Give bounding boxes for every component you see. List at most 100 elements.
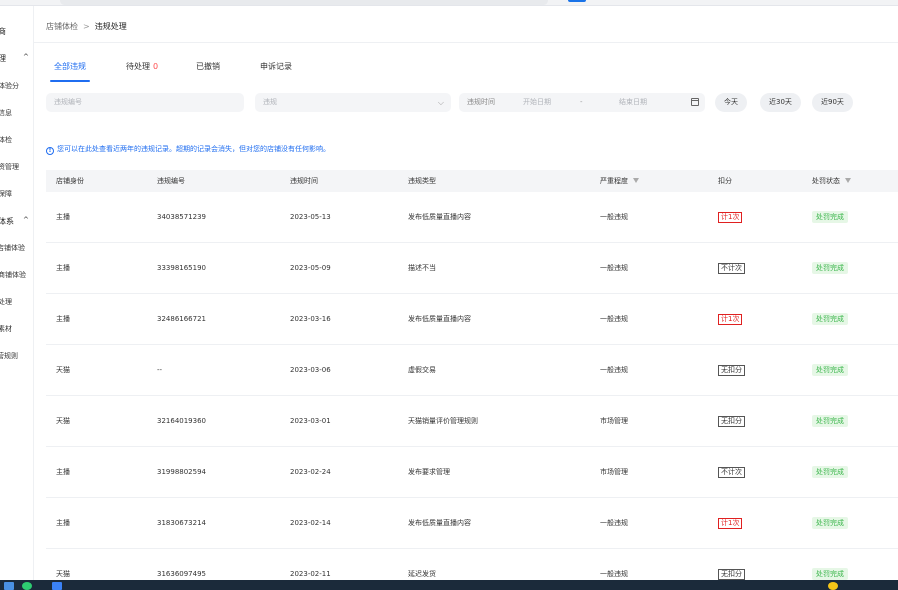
end-date-input[interactable]: 结束日期: [619, 93, 647, 112]
tab-revoked[interactable]: 已撤销: [196, 60, 220, 84]
cell-violation-type: 发布低质量直播内容: [408, 315, 471, 323]
cell-violation-time: 2023-02-14: [290, 519, 331, 527]
date-range-label: 违规时间: [467, 98, 495, 106]
cell-shop-identity: 天猫: [56, 366, 70, 374]
header-label: 处罚状态: [812, 177, 840, 185]
calendar-icon[interactable]: [691, 98, 699, 106]
sidebar-item-group-1[interactable]: 商: [0, 26, 6, 37]
header-violation-number: 违规编号: [157, 177, 185, 185]
breadcrumb: 店铺体检 > 违规处理: [46, 21, 127, 32]
cell-penalty-status: 处罚完成: [812, 447, 848, 497]
table-row[interactable]: 主播 34038571239 2023-05-13 发布低质量直播内容 一般违规 计1次 处…: [46, 192, 898, 243]
sidebar-item-experience-score[interactable]: 体验分: [0, 81, 19, 91]
status-badge: 处罚完成: [812, 415, 848, 427]
breadcrumb-current: 违规处理: [94, 22, 127, 31]
status-badge: 处罚完成: [812, 466, 848, 478]
sidebar-item-material[interactable]: 素材: [0, 324, 12, 334]
address-bar[interactable]: [60, 0, 548, 5]
cell-violation-number[interactable]: 32486166721: [157, 294, 206, 344]
chevron-down-icon: ⌵: [437, 98, 444, 107]
status-badge: 处罚完成: [812, 517, 848, 529]
deduction-tag: 计1次: [718, 313, 743, 325]
cell-penalty-status: 处罚完成: [812, 549, 848, 580]
status-badge: 处罚完成: [812, 568, 848, 580]
cell-violation-number[interactable]: 31998802594: [157, 447, 206, 497]
sidebar-item-label: 素材: [0, 325, 12, 333]
cell-violation-number[interactable]: 31830673214: [157, 498, 206, 548]
cell-severity: 一般违规: [600, 570, 628, 578]
cell-violation-type: 发布低质量直播内容: [408, 213, 471, 221]
filter-icon[interactable]: [633, 178, 639, 183]
cell-violation-number[interactable]: 34038571239: [157, 192, 206, 242]
cell-violation-number[interactable]: 31636097495: [157, 549, 206, 580]
divider: [34, 42, 898, 43]
table-row[interactable]: 主播 31830673214 2023-02-14 发布低质量直播内容 一般违规 计1次 处…: [46, 498, 898, 549]
browser-icon[interactable]: [22, 582, 32, 590]
header-shop-identity: 店铺身份: [56, 177, 84, 185]
tab-appeal-records[interactable]: 申诉记录: [260, 60, 292, 84]
table-row[interactable]: 主播 31998802594 2023-02-24 发布要求管理 市场管理 不计次 处罚完成: [46, 447, 898, 498]
violation-number-input[interactable]: 违规编号: [46, 93, 244, 112]
quick-filter-30-days[interactable]: 近30天: [760, 93, 801, 112]
sidebar-item-store-experience[interactable]: 商铺体验: [0, 270, 26, 280]
sidebar-item-checkup[interactable]: 体检: [0, 135, 12, 145]
deduction-tag: 无扣分: [718, 415, 745, 427]
app-icon[interactable]: [52, 582, 62, 590]
table-row[interactable]: 主播 32486166721 2023-03-16 发布低质量直播内容 一般违规 计1次 处…: [46, 294, 898, 345]
header-severity: 严重程度: [600, 170, 639, 192]
violation-date-range[interactable]: 违规时间 开始日期 - 结束日期: [459, 93, 705, 112]
cell-violation-number[interactable]: 32164019360: [157, 396, 206, 446]
tray-icon[interactable]: [828, 582, 838, 590]
cell-penalty-status: 处罚完成: [812, 192, 848, 242]
quick-filter-90-days[interactable]: 近90天: [812, 93, 853, 112]
breadcrumb-parent[interactable]: 店铺体检: [46, 22, 78, 31]
table-row[interactable]: 天猫 32164019360 2023-03-01 天猫销量评价管理规则 市场管理 无扣分…: [46, 396, 898, 447]
sidebar-item-label: 资管理: [0, 163, 19, 171]
sidebar-item-group-3[interactable]: 体系: [0, 216, 14, 227]
sidebar-item-guarantee[interactable]: 保障: [0, 189, 12, 199]
cell-penalty-status: 处罚完成: [812, 294, 848, 344]
sidebar-item-shop-experience[interactable]: 店铺体验: [0, 243, 25, 253]
cell-violation-number[interactable]: --: [157, 345, 162, 395]
tab-all-violations[interactable]: 全部违规: [50, 60, 90, 84]
sidebar-item-label: 体验分: [0, 82, 19, 90]
violations-table: 店铺身份 违规编号 违规时间 违规类型 严重程度 扣分 处罚状态 主播 34038…: [46, 170, 898, 580]
chevron-up-icon[interactable]: ^: [23, 216, 29, 224]
filter-icon[interactable]: [845, 178, 851, 183]
cell-severity: 市场管理: [600, 417, 628, 425]
notice-text: 您可以在此处查看近两年的违规记录。超期的记录会消失，但对您的店铺没有任何影响。: [57, 145, 330, 153]
quick-filter-today[interactable]: 今天: [715, 93, 747, 112]
table-header: 店铺身份 违规编号 违规时间 违规类型 严重程度 扣分 处罚状态: [46, 170, 898, 192]
chevron-up-icon[interactable]: ^: [23, 53, 29, 61]
cell-violation-number[interactable]: 33398165190: [157, 243, 206, 293]
tab-pending[interactable]: 待处理 0: [126, 60, 158, 84]
cell-violation-time: 2023-03-16: [290, 315, 331, 323]
deduction-tag: 不计次: [718, 466, 745, 478]
cell-penalty-status: 处罚完成: [812, 498, 848, 548]
table-row[interactable]: 天猫 -- 2023-03-06 虚假交易 一般违规 无扣分 处罚完成: [46, 345, 898, 396]
tab-label: 全部违规: [54, 62, 86, 71]
table-row[interactable]: 天猫 31636097495 2023-02-11 延迟发货 一般违规 无扣分 处罚完成: [46, 549, 898, 580]
status-badge: 处罚完成: [812, 364, 848, 376]
table-row[interactable]: 主播 33398165190 2023-05-09 描述不当 一般违规 不计次 处罚完成: [46, 243, 898, 294]
sidebar-item-label: 体系: [0, 217, 14, 226]
cell-deduction: 不计次: [718, 243, 745, 293]
cell-deduction: 计1次: [718, 192, 743, 242]
sidebar-item-group-2[interactable]: 理: [0, 53, 6, 64]
cell-violation-time: 2023-02-24: [290, 468, 331, 476]
deduction-tag: 无扣分: [718, 568, 745, 580]
start-icon[interactable]: [4, 582, 14, 590]
sidebar-item-handling[interactable]: 处理: [0, 297, 12, 307]
cell-violation-type: 描述不当: [408, 264, 436, 272]
sidebar-item-rules[interactable]: 营规则: [0, 351, 18, 361]
cell-penalty-status: 处罚完成: [812, 243, 848, 293]
sidebar-item-qualification[interactable]: 资管理: [0, 162, 19, 172]
cell-violation-type: 发布低质量直播内容: [408, 519, 471, 527]
sidebar: 商 理 ^ 体验分 信息 体检 资管理 保障 体系 ^ 店铺体验 商铺体验 处理…: [0, 6, 34, 580]
cell-violation-time: 2023-03-01: [290, 417, 331, 425]
input-placeholder: 违规编号: [54, 98, 82, 106]
violation-type-select[interactable]: 违规 ⌵: [255, 93, 451, 112]
sidebar-item-info[interactable]: 信息: [0, 108, 12, 118]
start-date-input[interactable]: 开始日期: [523, 93, 551, 112]
tab-label: 待处理: [126, 62, 150, 71]
